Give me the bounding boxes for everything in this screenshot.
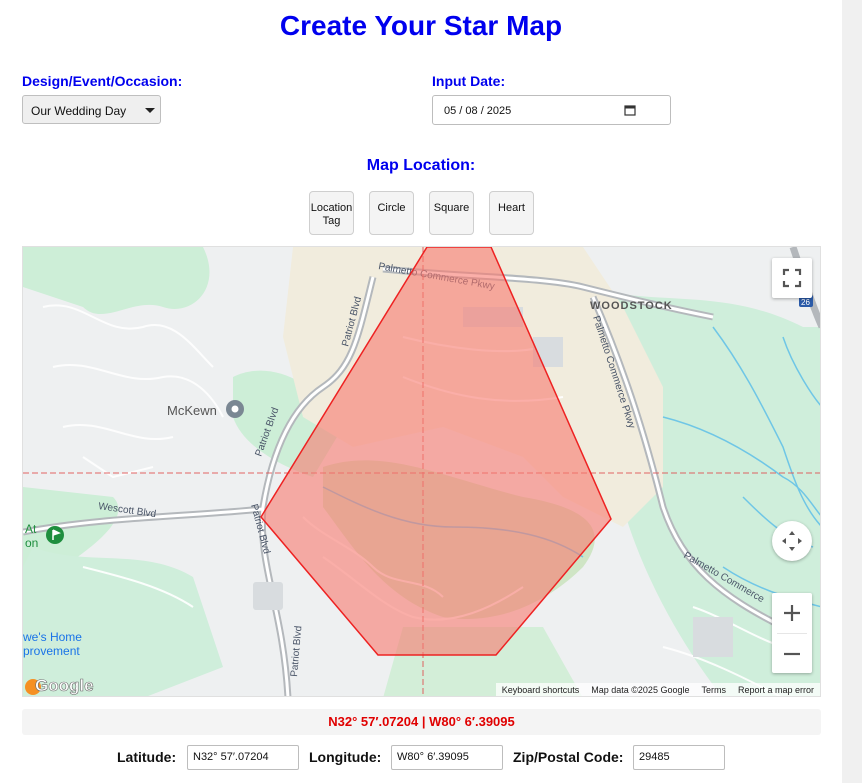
circle-button-label: Circle (377, 202, 406, 214)
design-select[interactable]: Our Wedding Day (22, 95, 161, 124)
longitude-input[interactable]: W80° 6′.39095 (391, 745, 503, 770)
keyboard-shortcuts-link[interactable]: Keyboard shortcuts (502, 685, 580, 695)
plus-icon (784, 605, 800, 621)
square-button-label: Square (433, 202, 470, 214)
move-icon (782, 531, 802, 551)
date-input[interactable]: 05 / 08 / 2025 (432, 95, 671, 125)
map-label-lowes-2: provement (23, 644, 80, 658)
location-tag-button-label: Location Tag (310, 202, 353, 227)
heart-button-label: Heart (498, 202, 525, 214)
highway-shield-label: 26 (801, 298, 810, 307)
scrollbar-track[interactable] (842, 0, 862, 783)
square-button[interactable]: Square (429, 191, 474, 235)
coordinates-display: N32° 57′.07204 | W80° 6′.39095 (22, 709, 821, 735)
date-value: 05 / 08 / 2025 (444, 105, 512, 117)
minus-icon (784, 652, 800, 655)
design-label: Design/Event/Occasion: (22, 73, 183, 89)
map-label-on: on (25, 536, 38, 550)
calendar-icon[interactable] (624, 104, 636, 119)
map-attribution: Keyboard shortcuts Map data ©2025 Google… (495, 683, 820, 696)
fullscreen-button[interactable] (772, 258, 812, 298)
report-map-error-link[interactable]: Report a map error (738, 685, 814, 695)
date-label: Input Date: (432, 73, 506, 89)
pegman-move-button[interactable] (772, 521, 812, 561)
map-label-woodstock: WOODSTOCK (590, 300, 673, 312)
zip-input[interactable]: 29485 (633, 745, 725, 770)
map-view[interactable]: Palmetto Commerce Pkwy Palmetto Commerce… (22, 246, 821, 697)
google-logo-text: Google (35, 676, 94, 695)
zoom-out-button[interactable] (772, 634, 812, 673)
map-canvas[interactable]: Palmetto Commerce Pkwy Palmetto Commerce… (23, 247, 821, 697)
chevron-down-icon (144, 104, 156, 118)
zoom-controls (772, 593, 812, 673)
mckewn-pin[interactable] (226, 400, 244, 418)
google-logo: Google (25, 676, 94, 695)
latitude-input[interactable]: N32° 57′.07204 (187, 745, 299, 770)
map-location-label: Map Location: (366, 157, 476, 174)
fullscreen-icon (782, 268, 802, 288)
location-tag-button[interactable]: Location Tag (309, 191, 354, 235)
longitude-label: Longitude: (309, 749, 382, 765)
map-data-text: Map data ©2025 Google (591, 684, 690, 695)
map-label-at: At (25, 522, 37, 536)
page: Create Your Star Map Design/Event/Occasi… (0, 0, 842, 783)
terms-link[interactable]: Terms (701, 685, 726, 695)
map-label-mckewn: McKewn (167, 403, 217, 418)
zoom-in-button[interactable] (772, 593, 812, 633)
latitude-label: Latitude: (117, 749, 177, 765)
map-label-lowes-1: we's Home (23, 630, 82, 644)
design-select-value: Our Wedding Day (31, 104, 127, 118)
golf-pin[interactable] (46, 526, 64, 544)
circle-button[interactable]: Circle (369, 191, 414, 235)
zip-label: Zip/Postal Code: (513, 749, 624, 765)
heart-button[interactable]: Heart (489, 191, 534, 235)
page-title: Create Your Star Map (279, 10, 563, 41)
